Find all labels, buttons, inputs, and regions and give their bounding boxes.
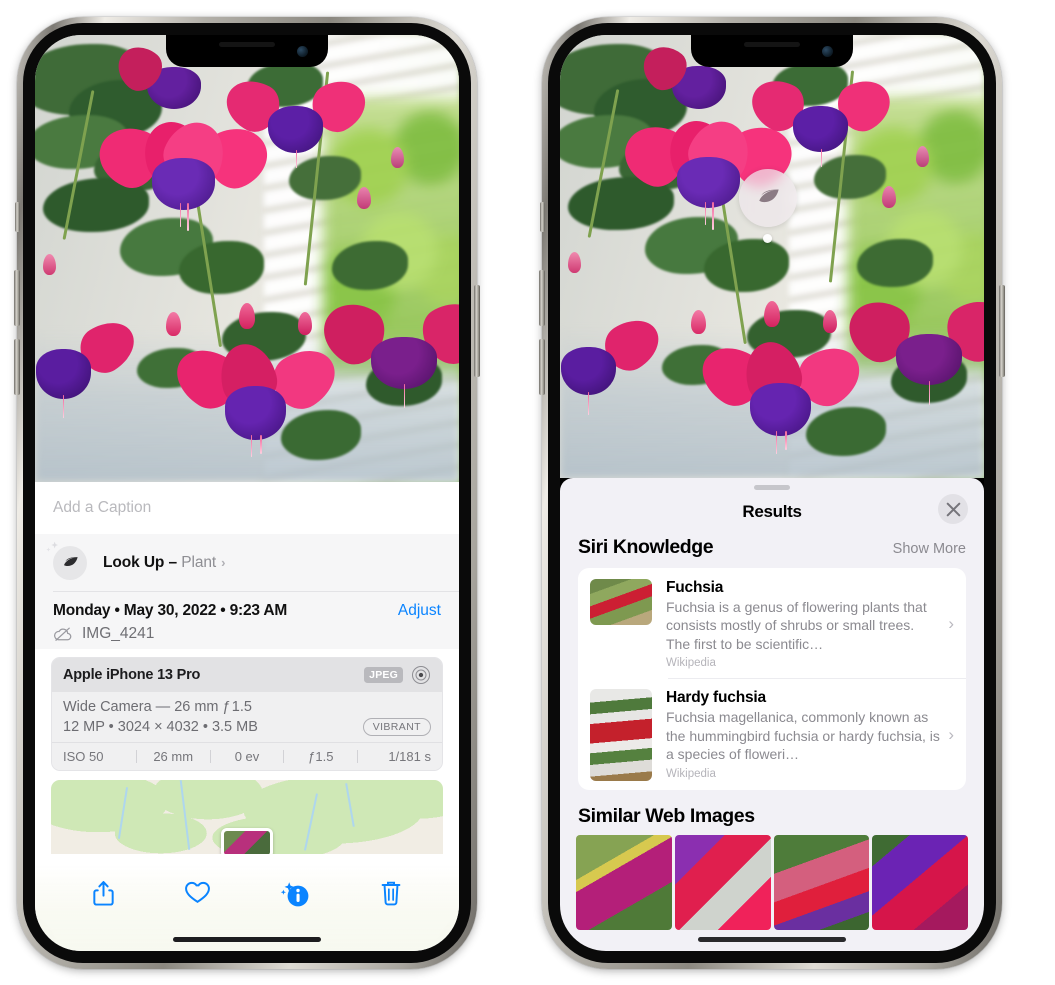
power-button[interactable] (999, 285, 1005, 377)
map-photo-pin (221, 828, 273, 854)
home-indicator[interactable] (698, 937, 846, 942)
chevron-right-icon: › (221, 555, 226, 570)
close-button[interactable] (938, 494, 968, 524)
home-indicator[interactable] (173, 937, 321, 942)
leaf-icon (758, 188, 779, 202)
caption-input[interactable]: Add a Caption (35, 482, 459, 534)
knowledge-thumbnail (590, 689, 652, 782)
photo-viewer[interactable] (35, 35, 459, 482)
list-item[interactable]: Fuchsia Fuchsia is a genus of flowering … (578, 568, 966, 678)
exif-header: Apple iPhone 13 Pro JPEG (52, 658, 442, 692)
info-sparkle-icon (280, 882, 309, 907)
lens-icon (412, 666, 430, 684)
phone-screen-left: Add a Caption Look Up – Plant › Monday •… (35, 35, 459, 951)
caption-placeholder: Add a Caption (53, 499, 152, 516)
knowledge-title: Fuchsia (666, 579, 724, 596)
volume-up-button[interactable] (14, 270, 20, 326)
look-up-label: Look Up – Plant › (103, 554, 225, 572)
flower (90, 113, 277, 232)
section-title: Siri Knowledge (578, 536, 714, 558)
camera-device: Apple iPhone 13 Pro (63, 667, 201, 683)
knowledge-source: Wikipedia (666, 657, 716, 670)
similar-web-images-strip[interactable] (560, 835, 984, 931)
photographic-style-badge: VIBRANT (362, 718, 431, 736)
close-icon (946, 502, 960, 516)
volume-down-button[interactable] (539, 339, 545, 395)
share-button[interactable] (91, 879, 116, 907)
visual-lookup-marker[interactable] (739, 169, 797, 227)
heart-icon (185, 881, 210, 904)
results-sheet: Results Siri Knowledge Show More Fuchsia… (560, 478, 984, 951)
results-header: Results (560, 490, 984, 534)
show-more-button[interactable]: Show More (893, 541, 966, 557)
chevron-right-icon: › (948, 614, 954, 634)
volume-up-button[interactable] (539, 270, 545, 326)
visual-lookup-anchor-dot (763, 234, 772, 243)
earpiece-speaker (744, 42, 800, 47)
screenshot-root: Add a Caption Look Up – Plant › Monday •… (0, 0, 1055, 985)
front-camera-icon (297, 46, 308, 57)
photo-filename: IMG_4241 (82, 625, 155, 642)
front-camera-icon (822, 46, 833, 57)
notch (166, 35, 328, 67)
power-button[interactable] (474, 285, 480, 377)
knowledge-title: Hardy fuchsia (666, 689, 766, 707)
exif-stat-focal: 26 mm (153, 749, 194, 764)
exif-stat-shutter: 1/181 s (388, 749, 431, 764)
photo-info-sheet: Add a Caption Look Up – Plant › Monday •… (35, 482, 459, 951)
look-up-row[interactable]: Look Up – Plant › (35, 534, 459, 592)
web-image-thumbnail[interactable] (872, 835, 968, 931)
web-image-thumbnail[interactable] (674, 835, 771, 931)
siri-knowledge-header: Siri Knowledge Show More (560, 534, 984, 568)
favorite-button[interactable] (184, 879, 211, 905)
info-button[interactable] (279, 879, 311, 908)
exif-stat-iso: ISO 50 (63, 749, 104, 764)
trash-icon (381, 881, 401, 906)
mute-switch[interactable] (15, 202, 20, 232)
results-title: Results (742, 502, 802, 521)
knowledge-card-list: Fuchsia Fuchsia is a genus of flowering … (578, 568, 966, 791)
look-up-subject: Plant (181, 554, 217, 571)
list-item[interactable]: Hardy fuchsia Fuchsia magellanica, commo… (578, 678, 966, 790)
delete-button[interactable] (379, 879, 403, 907)
earpiece-speaker (219, 42, 275, 47)
location-map[interactable] (51, 780, 443, 854)
notch (691, 35, 853, 67)
lens-info: Wide Camera — 26 mm ƒ 1.5 (63, 699, 252, 715)
exif-stats-row: ISO 50 26 mm 0 ev ƒ1.5 1/181 s (52, 742, 442, 770)
format-badge: JPEG (364, 667, 403, 683)
similar-web-images-header: Similar Web Images (560, 790, 984, 835)
image-size-info: 12 MP • 3024 × 4032 • 3.5 MB (63, 719, 258, 735)
web-image-thumbnail[interactable] (773, 835, 870, 931)
look-up-title: Look Up – (103, 554, 178, 571)
leaf-icon (46, 541, 87, 580)
photo-date: Monday • May 30, 2022 • 9:23 AM (53, 602, 288, 619)
metadata-block: Monday • May 30, 2022 • 9:23 AM Adjust I… (35, 592, 459, 649)
section-title: Similar Web Images (578, 805, 755, 828)
exif-stat-ev: 0 ev (234, 749, 260, 764)
phone-screen-right: Results Siri Knowledge Show More Fuchsia… (560, 35, 984, 951)
photo-viewer[interactable] (560, 35, 984, 478)
leaf-glyph (63, 556, 78, 566)
share-icon (93, 881, 114, 906)
iphone-right: Results Siri Knowledge Show More Fuchsia… (539, 17, 1005, 969)
volume-down-button[interactable] (14, 339, 20, 395)
iphone-left: Add a Caption Look Up – Plant › Monday •… (14, 17, 480, 969)
knowledge-description: Fuchsia is a genus of flowering plants t… (666, 599, 927, 652)
knowledge-description: Fuchsia magellanica, commonly known as t… (666, 709, 940, 763)
icloud-slash-icon (54, 627, 72, 641)
sparkle-icon (46, 541, 58, 552)
chevron-right-icon: › (948, 725, 954, 745)
web-image-thumbnail[interactable] (576, 835, 672, 931)
adjust-button[interactable]: Adjust (398, 602, 441, 620)
knowledge-source: Wikipedia (666, 767, 716, 780)
exif-card[interactable]: Apple iPhone 13 Pro JPEG Wide Camera — 2… (51, 657, 443, 771)
mute-switch[interactable] (540, 202, 545, 232)
knowledge-thumbnail (590, 579, 652, 625)
exif-stat-aperture: ƒ1.5 (308, 749, 334, 764)
